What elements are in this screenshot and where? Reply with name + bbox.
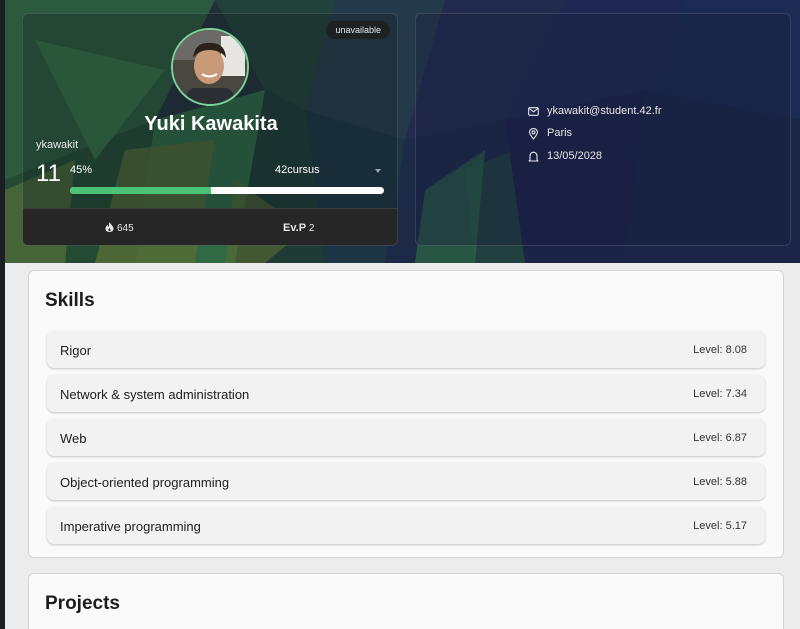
skill-level: Level: 7.34: [693, 388, 747, 400]
stats-bar: 645 Ev.P 2: [23, 208, 397, 245]
skills-card: Skills Rigor Level: 8.08 Network & syste…: [28, 270, 784, 558]
evaluation-points-value: 2: [308, 223, 315, 234]
projects-card: Projects: [28, 573, 784, 629]
skill-level: Level: 5.88: [693, 476, 747, 488]
skill-row[interactable]: Web Level: 6.87: [47, 419, 765, 456]
wallet-stat: 645: [105, 209, 134, 245]
skill-name: Object-oriented programming: [60, 475, 230, 490]
projects-title: Projects: [45, 593, 120, 614]
avatar: [171, 28, 249, 106]
skill-level: Level: 8.08: [693, 344, 747, 356]
login-name: ykawakit: [36, 139, 79, 151]
skill-name: Rigor: [60, 343, 92, 358]
skills-title: Skills: [45, 290, 95, 311]
skill-name: Network & system administration: [60, 387, 250, 402]
map-pin-icon: [528, 128, 539, 140]
skill-row[interactable]: Imperative programming Level: 5.17: [47, 507, 765, 544]
level-percent: 45%: [70, 164, 93, 176]
profile-hero: unavailable Yuki Kawakita ykawakit 11 45…: [5, 0, 800, 263]
level-progress-bar: [70, 187, 384, 194]
contact-info-card: ykawakit@student.42.fr Paris 13/05/2028: [415, 13, 791, 246]
level-number: 11: [36, 160, 61, 187]
evaluation-points-label: Ev.P: [283, 222, 307, 234]
cursus-select-value: 42cursus: [275, 164, 320, 176]
location-text: Paris: [547, 127, 573, 139]
email-text: ykawakit@student.42.fr: [547, 105, 662, 117]
skill-row[interactable]: Network & system administration Level: 7…: [47, 375, 765, 412]
profile-card: unavailable Yuki Kawakita ykawakit 11 45…: [22, 13, 398, 246]
skill-level: Level: 5.17: [693, 520, 747, 532]
wallet-value: 645: [117, 223, 134, 234]
full-name: Yuki Kawakita: [144, 113, 278, 135]
skill-row[interactable]: Object-oriented programming Level: 5.88: [47, 463, 765, 500]
chevron-down-icon: [375, 169, 381, 173]
skill-level: Level: 6.87: [693, 432, 747, 444]
cursus-select[interactable]: 42cursus: [213, 162, 383, 180]
skill-row[interactable]: Rigor Level: 8.08: [47, 331, 765, 368]
flame-icon: [105, 222, 114, 232]
mail-icon: [528, 107, 539, 116]
avatar-photo: [173, 30, 247, 104]
date-text: 13/05/2028: [547, 150, 603, 162]
bell-icon: [528, 151, 539, 162]
evaluation-points-stat: Ev.P 2: [283, 209, 315, 245]
status-badge: unavailable: [326, 21, 390, 39]
skill-name: Web: [60, 431, 87, 446]
skill-name: Imperative programming: [60, 519, 201, 534]
level-progress-fill: [70, 187, 212, 194]
